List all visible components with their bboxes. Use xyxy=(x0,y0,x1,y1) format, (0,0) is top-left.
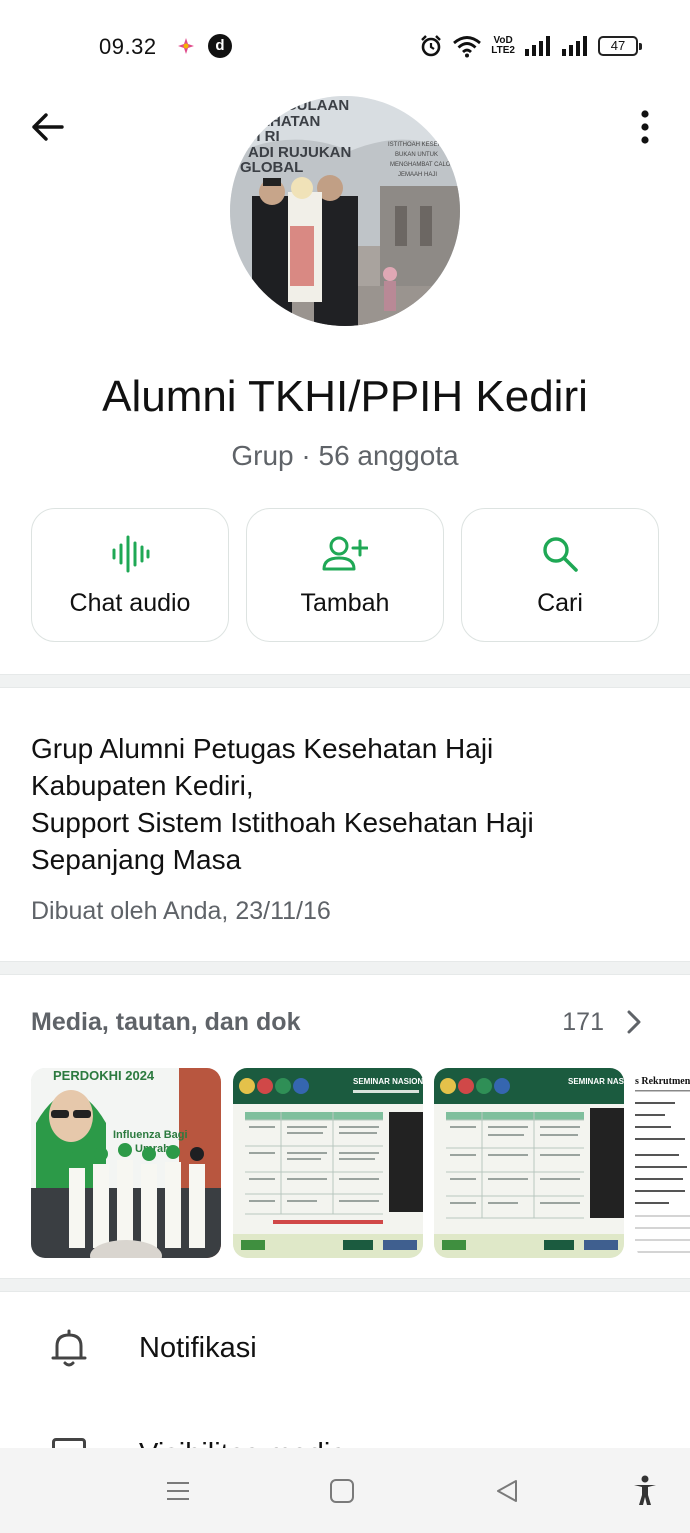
svg-text:GULAAN: GULAAN xyxy=(285,97,349,114)
svg-text:JEMAAH HAJI: JEMAAH HAJI xyxy=(398,172,437,178)
signal-icon-sim2 xyxy=(562,36,587,56)
group-name[interactable]: Alumni TKHI/PPIH Kediri xyxy=(0,372,690,422)
back-button[interactable] xyxy=(24,104,70,150)
system-nav-bar xyxy=(0,1448,690,1533)
wifi-icon xyxy=(453,36,482,58)
group-avatar[interactable]: GULAAN EHATAN JI RI ADI RUJUKAN GLOBAL I… xyxy=(230,96,460,326)
search-icon xyxy=(543,537,578,572)
more-vert-icon xyxy=(641,110,649,144)
notifications-row[interactable]: Notifikasi xyxy=(0,1300,690,1396)
audio-chat-label: Chat audio xyxy=(69,589,191,617)
back-nav-button[interactable] xyxy=(487,1474,527,1508)
svg-text:MENGHAMBAT CALON: MENGHAMBAT CALON xyxy=(390,162,455,168)
battery-icon: 47 xyxy=(598,36,642,56)
back-triangle-icon xyxy=(497,1480,517,1502)
group-description[interactable]: Grup Alumni Petugas Kesehatan Haji Kabup… xyxy=(31,730,651,878)
alarm-icon xyxy=(421,35,442,57)
svg-text:JI RI: JI RI xyxy=(248,128,280,145)
thumb-caption: Influenza Bagi xyxy=(113,1129,188,1141)
thumb-caption: s Rekrutmen xyxy=(635,1076,690,1087)
thumb-caption: SEMINAR NASIONAL xyxy=(568,1077,624,1086)
media-count[interactable]: 171 xyxy=(562,1008,604,1037)
section-divider xyxy=(0,674,690,688)
add-member-button[interactable]: Tambah xyxy=(246,508,444,642)
section-divider xyxy=(0,1278,690,1292)
svg-text:GLOBAL: GLOBAL xyxy=(240,159,303,176)
app-notification-icon: d xyxy=(208,34,232,58)
more-options-button[interactable] xyxy=(622,104,668,150)
description-line: Grup Alumni Petugas Kesehatan Haji xyxy=(31,733,494,764)
search-label: Cari xyxy=(537,589,583,617)
home-button[interactable] xyxy=(322,1474,362,1508)
group-avatar-image: GULAAN EHATAN JI RI ADI RUJUKAN GLOBAL I… xyxy=(230,96,460,326)
svg-text:ISTITHOAH KESEHATAN: ISTITHOAH KESEHATAN xyxy=(388,142,457,148)
volte-indicator: VoD LTE2 xyxy=(491,36,515,56)
description-line: Support Sistem Istithoah Kesehatan Haji xyxy=(31,807,534,838)
created-by-text: Dibuat oleh Anda, 23/11/16 xyxy=(31,897,331,925)
section-divider xyxy=(0,961,690,975)
signal-icon-sim1 xyxy=(525,36,550,56)
thumb-caption: SEMINAR NASIONAL xyxy=(353,1077,423,1086)
audio-chat-button[interactable]: Chat audio xyxy=(31,508,229,642)
description-line: Kabupaten Kediri, xyxy=(31,770,254,801)
status-indicators: VoD LTE2 47 xyxy=(419,32,642,60)
status-bar: 09.32 d VoD LTE2 47 xyxy=(0,0,690,92)
home-square-icon xyxy=(330,1479,354,1503)
arrow-left-icon xyxy=(32,113,64,141)
media-thumbnail-document[interactable]: s Rekrutmen xyxy=(635,1068,690,1258)
thumb-caption: PERDOKHI 2024 xyxy=(53,1068,155,1083)
svg-text:BUKAN UNTUK: BUKAN UNTUK xyxy=(395,152,438,158)
accessibility-button[interactable] xyxy=(625,1474,665,1508)
person-add-icon xyxy=(322,536,368,571)
group-member-count[interactable]: Grup · 56 anggota xyxy=(0,440,690,472)
status-time: 09.32 xyxy=(99,34,157,59)
media-thumbnail-slide[interactable]: SEMINAR NASIONAL xyxy=(233,1068,423,1258)
menu-lines-icon xyxy=(167,1482,189,1500)
chevron-right-icon[interactable] xyxy=(622,1008,646,1036)
volte-bottom-label: LTE2 xyxy=(491,45,515,56)
media-thumbnail-slide[interactable]: SEMINAR NASIONAL xyxy=(434,1068,624,1258)
bell-icon xyxy=(51,1329,87,1367)
notifications-label: Notifikasi xyxy=(139,1332,257,1364)
audio-wave-icon xyxy=(112,535,150,573)
media-thumbnail-photo[interactable]: PERDOKHI 2024 Influenza Bagi Umrah xyxy=(31,1068,221,1258)
description-line: Sepanjang Masa xyxy=(31,844,242,875)
accessibility-icon xyxy=(634,1475,656,1505)
add-member-label: Tambah xyxy=(300,589,390,617)
media-section-title[interactable]: Media, tautan, dan dok xyxy=(31,1008,300,1037)
sparkle-app-icon xyxy=(178,38,194,54)
search-button[interactable]: Cari xyxy=(461,508,659,642)
recent-apps-button[interactable] xyxy=(158,1474,198,1508)
